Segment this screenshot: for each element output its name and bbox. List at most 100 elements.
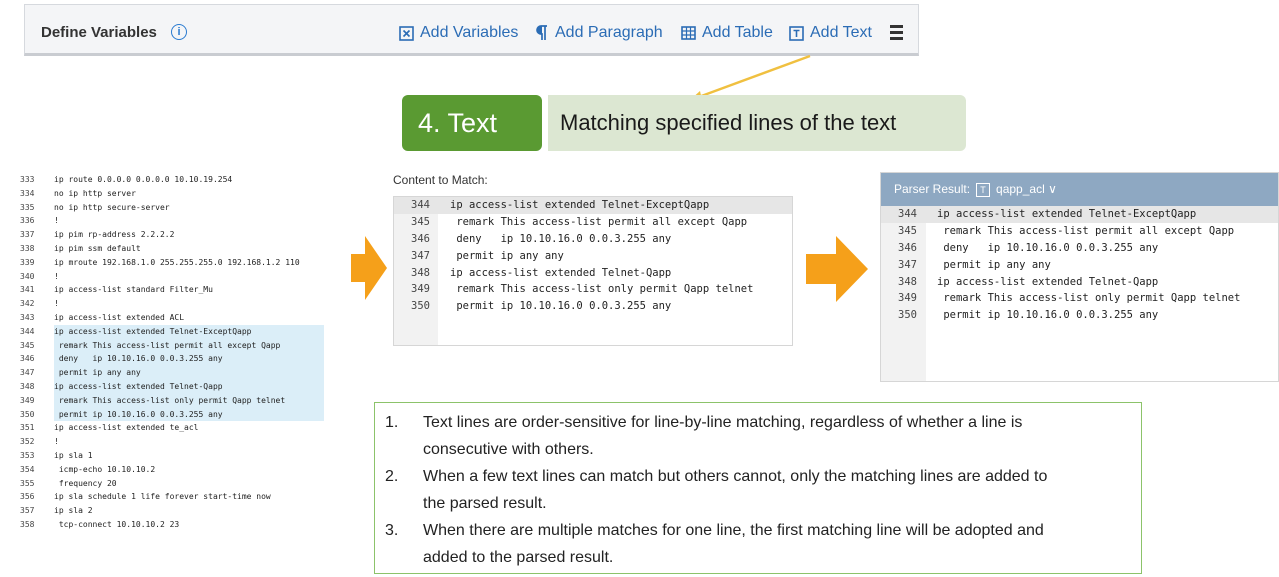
line-number: 348 xyxy=(20,381,35,391)
note-line: 3. When there are multiple matches for on… xyxy=(385,517,1131,544)
note-number: 3. xyxy=(385,522,399,539)
code-line: 344 ip access-list extended Telnet-Except… xyxy=(394,197,792,214)
line-number: 343 xyxy=(20,312,35,322)
config-listing: 333 ip route 0.0.0.0 0.0.0.0 10.10.19.254… xyxy=(14,173,324,535)
code-line: 345 remark This access-list permit all e… xyxy=(881,223,1278,240)
add-table-button[interactable]: Add Table xyxy=(681,24,773,42)
chevron-down-icon: ∨ xyxy=(1048,182,1057,196)
add-variables-label: Add Variables xyxy=(420,24,519,41)
line-number: 336 xyxy=(20,216,35,226)
line-text: ! xyxy=(54,437,59,447)
code-line: 350 permit ip 10.10.16.0 0.0.3.255 any xyxy=(14,407,324,422)
code-line: 339 ip mroute 192.168.1.0 255.255.255.0 1… xyxy=(14,256,324,270)
line-text: permit ip 10.10.16.0 0.0.3.255 any xyxy=(450,300,672,313)
add-paragraph-button[interactable]: Add Paragraph xyxy=(535,24,663,42)
line-number: 355 xyxy=(20,478,35,488)
note-text: consecutive with others. xyxy=(423,441,594,458)
line-text: no ip http secure-server xyxy=(54,202,170,212)
line-number: 339 xyxy=(20,257,35,267)
code-line: 341 ip access-list standard Filter_Mu xyxy=(14,283,324,297)
code-line: 345 remark This access-list permit all e… xyxy=(14,338,324,353)
define-variables-toolbar: Define Variables i Add Variables Add Par… xyxy=(24,4,919,56)
code-line: 337 ip pim rp-address 2.2.2.2 xyxy=(14,228,324,242)
note-line: 2. When a few text lines can match but ot… xyxy=(385,463,1131,490)
note-line: consecutive with others. xyxy=(385,436,1131,463)
add-variables-button[interactable]: Add Variables xyxy=(399,24,518,42)
code-line: 334 no ip http server xyxy=(14,187,324,201)
line-text: deny ip 10.10.16.0 0.0.3.255 any xyxy=(54,352,324,367)
line-number: 348 xyxy=(411,266,430,279)
line-number: 352 xyxy=(20,437,35,447)
add-text-button[interactable]: Add Text xyxy=(789,24,872,42)
line-number: 349 xyxy=(411,283,430,296)
line-text: permit ip any any xyxy=(937,258,1051,271)
line-number: 357 xyxy=(20,506,35,516)
line-number: 348 xyxy=(898,275,917,288)
right-arrow-icon xyxy=(351,236,387,300)
code-line: 348 ip access-list extended Telnet-Qapp xyxy=(14,379,324,394)
parser-result-panel: Parser Result: T qapp_acl ∨ 344 ip access… xyxy=(880,172,1279,382)
note-text: the parsed result. xyxy=(423,495,547,512)
line-text: ip sla 2 xyxy=(54,506,93,516)
line-number: 354 xyxy=(20,464,35,474)
line-text: deny ip 10.10.16.0 0.0.3.255 any xyxy=(937,241,1159,254)
line-text: deny ip 10.10.16.0 0.0.3.255 any xyxy=(450,232,672,245)
code-line: 336! xyxy=(14,214,324,228)
line-number: 351 xyxy=(20,423,35,433)
line-text: ! xyxy=(54,216,59,226)
line-number: 358 xyxy=(20,519,35,529)
step-label: 4. Text xyxy=(402,95,542,151)
line-text: remark This access-list permit all excep… xyxy=(450,215,748,228)
note-number: 2. xyxy=(385,468,399,485)
line-number: 346 xyxy=(898,241,917,254)
info-icon[interactable]: i xyxy=(171,24,187,40)
note-number xyxy=(385,544,423,571)
line-text: ip access-list extended te_acl xyxy=(54,423,199,433)
line-number: 347 xyxy=(411,249,430,262)
line-text: frequency 20 xyxy=(54,478,117,488)
line-number: 344 xyxy=(20,326,35,336)
line-number: 345 xyxy=(411,215,430,228)
add-table-label: Add Table xyxy=(702,24,773,41)
line-text: ip access-list extended Telnet-Qapp xyxy=(937,275,1159,288)
code-line: 349 remark This access-list only permit … xyxy=(394,281,792,298)
note-text: Text lines are order-sensitive for line-… xyxy=(423,414,1023,431)
note-number: 1. xyxy=(385,414,399,431)
line-text: permit ip any any xyxy=(450,249,564,262)
code-line: 340! xyxy=(14,270,324,284)
hamburger-menu-icon[interactable] xyxy=(890,25,903,43)
code-line: 346 deny ip 10.10.16.0 0.0.3.255 any xyxy=(881,240,1278,257)
parser-result-editor[interactable]: 344 ip access-list extended Telnet-Except… xyxy=(881,206,1278,381)
code-line: 338 ip pim ssm default xyxy=(14,242,324,256)
code-line: 355 frequency 20 xyxy=(14,477,324,491)
pilcrow-icon xyxy=(536,25,547,40)
line-number: 356 xyxy=(20,492,35,502)
line-text: permit ip 10.10.16.0 0.0.3.255 any xyxy=(54,407,324,422)
parser-result-header: Parser Result: T qapp_acl ∨ xyxy=(881,173,1278,206)
line-text: remark This access-list only permit Qapp… xyxy=(937,292,1241,305)
note-line: added to the parsed result. xyxy=(385,544,1131,571)
line-number: 347 xyxy=(898,258,917,271)
line-text: ! xyxy=(54,271,59,281)
line-text: ip access-list extended ACL xyxy=(54,312,185,322)
line-number: 333 xyxy=(20,175,35,184)
line-text: remark This access-list only permit Qapp… xyxy=(54,393,324,408)
line-text: ip access-list extended Telnet-Qapp xyxy=(54,379,324,394)
code-line: 358 tcp-connect 10.10.10.2 23 xyxy=(14,518,324,532)
line-text: ip access-list extended Telnet-ExceptQap… xyxy=(450,199,710,211)
code-line: 352! xyxy=(14,435,324,449)
line-number: 346 xyxy=(20,354,35,364)
code-line: 333 ip route 0.0.0.0 0.0.0.0 10.10.19.254 xyxy=(14,173,324,187)
content-to-match-editor[interactable]: 344 ip access-list extended Telnet-Except… xyxy=(393,196,793,346)
line-number: 342 xyxy=(20,299,35,309)
line-number: 349 xyxy=(898,292,917,305)
step-description: Matching specified lines of the text xyxy=(548,95,966,151)
line-number: 346 xyxy=(411,232,430,245)
line-text: ip pim ssm default xyxy=(54,243,141,253)
add-paragraph-label: Add Paragraph xyxy=(555,24,663,41)
line-text: ip access-list standard Filter_Mu xyxy=(54,285,213,295)
text-box-icon xyxy=(789,25,804,41)
notes-box: 1. Text lines are order-sensitive for lin… xyxy=(374,402,1142,574)
parser-result-select[interactable]: qapp_acl ∨ xyxy=(996,173,1057,206)
line-text: ip mroute 192.168.1.0 255.255.255.0 192.… xyxy=(54,257,300,267)
